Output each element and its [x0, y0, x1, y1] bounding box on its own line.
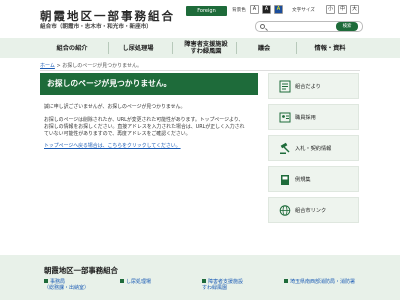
sidebar-item-regulations[interactable]: 例規集 [268, 166, 359, 192]
sidebar-item-newsletter[interactable]: 組合だより [268, 73, 359, 99]
back-to-top-link[interactable]: トップページへ戻る場合は、こちらをクリックしてください。 [44, 143, 181, 149]
error-detail-line: お探しのページは削除されたか、URLが変更された可能性があります。トップページよ… [44, 117, 244, 123]
breadcrumb-divider [40, 70, 360, 71]
bg-white-button[interactable]: A [250, 5, 259, 14]
recruitment-icon [279, 112, 291, 123]
foreign-language-button[interactable]: Foreign language [186, 6, 227, 24]
sidebar-item-label: 組合市リンク [295, 208, 327, 214]
site-footer: 朝霞地区一部事務組合 事務局 （総務課・出納室） し尿処理場 障害者支援施設 す… [0, 255, 400, 300]
newsletter-icon [279, 80, 291, 93]
nav-divider [236, 42, 237, 54]
bullet-icon [202, 279, 206, 283]
site-subtitle: 組合市（朝霞市・志木市・和光市・新座市） [40, 24, 152, 30]
bg-blue-button[interactable]: A [274, 5, 283, 14]
sidebar-item-bidding[interactable]: 入札・契約情報 [268, 135, 359, 161]
footer-link-sub: すわ緑風園 [202, 285, 228, 292]
font-medium-button[interactable]: 中 [338, 5, 347, 14]
breadcrumb: ホーム > お探しのページが見つかりません。 [40, 62, 142, 69]
error-detail-line: ていない可能性がありますので、再度アドレスをご確認ください。 [44, 131, 191, 137]
footer-link-support-facility[interactable]: 障害者支援施設 すわ緑風園 [202, 279, 243, 291]
nav-divider [172, 42, 173, 54]
nav-item-treatment-plant[interactable]: し尿処理場 [110, 38, 166, 58]
search-button[interactable]: 検索 [336, 22, 358, 31]
search-icon [260, 24, 265, 29]
nav-divider [108, 42, 109, 54]
sidebar-item-label: 職員採用 [295, 115, 316, 121]
bg-color-label: 背景色 [232, 8, 246, 13]
gavel-icon [280, 142, 290, 154]
bg-black-button[interactable]: A [262, 5, 271, 14]
nav-item-info[interactable]: 情報・資料 [300, 38, 360, 58]
error-message: 誠に申し訳ございませんが、お探しのページが見つかりません。 [44, 104, 186, 110]
sidebar-item-recruitment[interactable]: 職員採用 [268, 104, 359, 130]
bullet-icon [120, 279, 124, 283]
breadcrumb-home-link[interactable]: ホーム [40, 63, 55, 69]
bullet-icon [44, 279, 48, 283]
font-small-button[interactable]: 小 [326, 5, 335, 14]
nav-item-about[interactable]: 組合の紹介 [44, 38, 100, 58]
site-header: 朝霞地区一部事務組合 組合市（朝霞市・志木市・和光市・新座市） Foreign … [0, 0, 400, 38]
sidebar-item-label: 例規集 [295, 177, 311, 183]
nav-item-assembly[interactable]: 議会 [240, 38, 288, 58]
global-nav: 組合の紹介 し尿処理場 障害者支援施設 すわ緑風園 議会 情報・資料 [0, 38, 400, 58]
font-large-button[interactable]: 大 [350, 5, 359, 14]
sidebar-item-label: 組合だより [295, 84, 321, 90]
book-icon [281, 175, 289, 185]
page-title: お探しのページが見つかりません。 [40, 73, 258, 95]
globe-icon [279, 205, 291, 216]
sidebar-item-city-links[interactable]: 組合市リンク [268, 197, 359, 223]
font-size-label: 文字サイズ [292, 8, 315, 13]
nav-divider [296, 42, 297, 54]
nav-item-support-facility[interactable]: 障害者支援施設 すわ緑風園 [176, 38, 236, 58]
footer-link-fire-department[interactable]: 埼玉県南西部消防局・消防署 [284, 279, 355, 285]
sidebar-item-label: 入札・契約情報 [295, 146, 332, 152]
breadcrumb-current: お探しのページが見つかりません。 [62, 63, 142, 69]
footer-link-sub: （総務課・出納室） [44, 285, 90, 292]
footer-title: 朝霞地区一部事務組合 [44, 266, 118, 275]
bullet-icon [284, 279, 288, 283]
footer-link-label: 埼玉県南西部消防局・消防署 [290, 279, 356, 285]
footer-link-label: し尿処理場 [126, 279, 152, 285]
footer-link-office[interactable]: 事務局 （総務課・出納室） [44, 279, 89, 291]
error-detail-line: お探しの情報をお探しください。直接アドレスを入力された場合は、URLが正しく入力… [44, 124, 245, 130]
footer-link-treatment-plant[interactable]: し尿処理場 [120, 279, 151, 285]
